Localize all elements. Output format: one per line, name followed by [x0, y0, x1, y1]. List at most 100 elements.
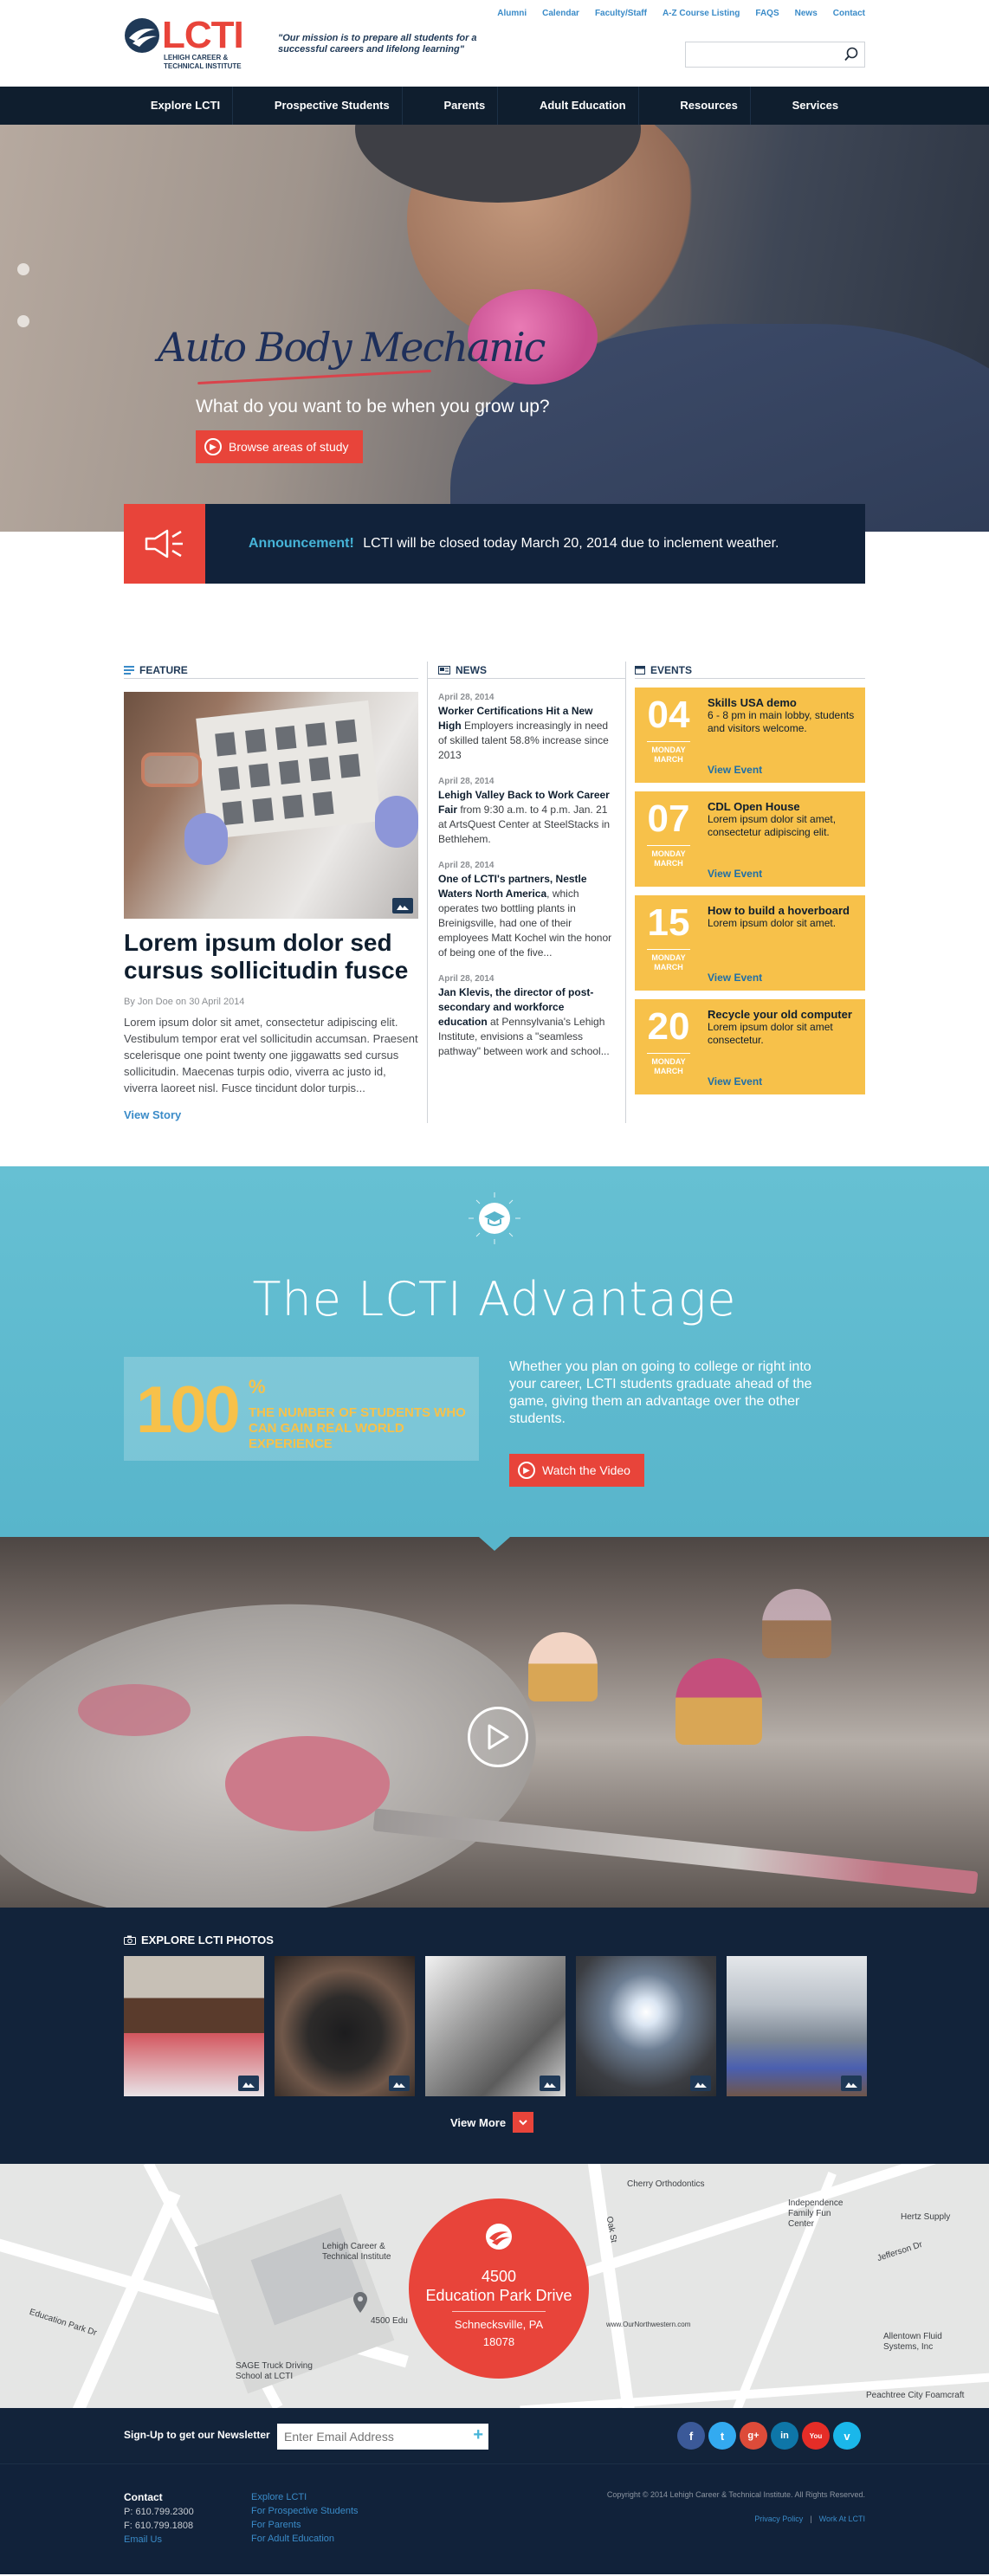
browse-areas-button[interactable]: ▶ Browse areas of study	[196, 430, 363, 463]
event-date: 04 MONDAY MARCH	[635, 688, 702, 783]
event-description: Lorem ipsum dolor sit amet.	[708, 917, 837, 929]
footer-link-explore[interactable]: Explore LCTI	[251, 2490, 359, 2504]
event-card[interactable]: 07 MONDAY MARCH CDL Open House Lorem ips…	[635, 791, 865, 887]
feature-heading-label: FEATURE	[139, 663, 188, 676]
footer-contact: Contact P: 610.799.2300 F: 610.799.1808 …	[124, 2490, 194, 2547]
map-pin-icon[interactable]	[353, 2292, 367, 2313]
footer-link-adult-education[interactable]: For Adult Education	[251, 2532, 359, 2546]
map-label: www.OurNorthwestern.com	[606, 2321, 691, 2328]
google-plus-icon[interactable]: g+	[740, 2422, 767, 2450]
twitter-icon[interactable]: t	[708, 2422, 736, 2450]
events-heading: EVENTS	[635, 662, 865, 679]
event-card[interactable]: 04 MONDAY MARCH Skills USA demo 6 - 8 pm…	[635, 688, 865, 783]
event-card[interactable]: 20 MONDAY MARCH Recycle your old compute…	[635, 999, 865, 1094]
news-item[interactable]: April 28, 2014 One of LCTI's partners, N…	[438, 861, 615, 960]
arrow-right-icon: ▶	[204, 438, 222, 455]
chevron-down-icon	[513, 2112, 534, 2133]
view-event-link[interactable]: View Event	[708, 868, 762, 880]
graduation-cap-icon	[469, 1192, 520, 1244]
nav-services[interactable]: Services	[780, 87, 851, 125]
advantage-notch	[479, 1537, 510, 1551]
view-story-link[interactable]: View Story	[124, 1108, 181, 1121]
feature-title[interactable]: Lorem ipsum dolor sed cursus sollicitudi…	[124, 929, 418, 985]
location-map[interactable]: Cherry Orthodontics Independence Family …	[0, 2164, 989, 2408]
photo-thumbnail[interactable]	[275, 1956, 415, 2096]
nav-adult-education[interactable]: Adult Education	[527, 87, 639, 125]
utility-link-faqs[interactable]: FAQS	[755, 9, 779, 18]
news-date: April 28, 2014	[438, 974, 494, 984]
privacy-policy-link[interactable]: Privacy Policy	[754, 2515, 803, 2523]
feature-photo-goggles	[141, 752, 202, 787]
view-more-button[interactable]: View More	[450, 2112, 534, 2133]
mission-statement: "Our mission is to prepare all students …	[278, 33, 477, 55]
view-event-link[interactable]: View Event	[708, 764, 762, 776]
feature-byline: By Jon Doe on 30 April 2014	[124, 997, 245, 1007]
stat-text: THE NUMBER OF STUDENTS WHO CAN GAIN REAL…	[249, 1405, 466, 1451]
footer-links: Explore LCTI For Prospective Students Fo…	[251, 2490, 359, 2546]
search-icon[interactable]	[844, 47, 859, 62]
feature-photo-glove	[184, 813, 228, 865]
nav-explore-lcti[interactable]: Explore LCTI	[139, 87, 234, 125]
nav-resources[interactable]: Resources	[668, 87, 751, 125]
photo-icon	[690, 2076, 711, 2091]
news-column: NEWS April 28, 2014 Worker Certification…	[427, 662, 626, 1123]
hero-script-underline	[197, 369, 431, 385]
feature-image[interactable]	[124, 692, 418, 919]
nav-parents[interactable]: Parents	[432, 87, 499, 125]
nav-prospective-students[interactable]: Prospective Students	[262, 87, 403, 125]
photo-thumbnail[interactable]	[425, 1956, 566, 2096]
photo-thumbnail[interactable]	[124, 1956, 264, 2096]
feature-photo-glove	[375, 796, 418, 848]
utility-nav: Alumni Calendar Faculty/Staff A-Z Course…	[497, 9, 865, 18]
search-input[interactable]	[686, 42, 833, 67]
footer-phone: P: 610.799.2300	[124, 2507, 194, 2517]
footer-link-prospective[interactable]: For Prospective Students	[251, 2504, 359, 2518]
event-day: 15	[647, 901, 690, 944]
plus-icon[interactable]: +	[473, 2425, 483, 2445]
news-item[interactable]: April 28, 2014 Jan Klevis, the director …	[438, 974, 615, 1094]
utility-link-faculty-staff[interactable]: Faculty/Staff	[595, 9, 647, 18]
site-logo[interactable]: LCTI LEHIGH CAREER & TECHNICAL INSTITUTE	[124, 14, 262, 74]
event-day: 07	[647, 797, 690, 840]
watch-video-button[interactable]: ▶ Watch the Video	[509, 1454, 644, 1487]
linkedin-icon[interactable]: in	[771, 2422, 798, 2450]
youtube-icon[interactable]: You	[802, 2422, 830, 2450]
facebook-icon[interactable]: f	[677, 2422, 705, 2450]
event-month: MARCH	[654, 755, 683, 764]
news-item[interactable]: April 28, 2014 Lehigh Valley Back to Wor…	[438, 777, 615, 847]
footer-legal: Privacy Policy | Work At LCTI	[754, 2515, 865, 2523]
play-button[interactable]	[468, 1707, 528, 1767]
newsletter-label: Sign-Up to get our Newsletter	[124, 2429, 270, 2441]
address-badge: 4500 Education Park Drive Schnecksville,…	[409, 2198, 589, 2379]
photo-thumbnail[interactable]	[576, 1956, 716, 2096]
utility-link-calendar[interactable]: Calendar	[542, 9, 579, 18]
view-event-link[interactable]: View Event	[708, 972, 762, 984]
news-item[interactable]: April 28, 2014 Worker Certifications Hit…	[438, 693, 615, 763]
feature-heading: FEATURE	[124, 662, 418, 679]
utility-link-alumni[interactable]: Alumni	[497, 9, 527, 18]
view-event-link[interactable]: View Event	[708, 1075, 762, 1088]
browse-areas-label: Browse areas of study	[229, 440, 349, 454]
utility-link-news[interactable]: News	[795, 9, 818, 18]
map-label: 4500 Edu	[371, 2316, 408, 2326]
event-card[interactable]: 15 MONDAY MARCH How to build a hoverboar…	[635, 895, 865, 991]
map-label: Cherry Orthodontics	[627, 2179, 705, 2189]
advantage-title: The LCTI Advantage	[252, 1272, 737, 1327]
newsletter-email-input[interactable]	[277, 2424, 450, 2450]
news-heading: NEWS	[428, 662, 625, 679]
work-at-lcti-link[interactable]: Work At LCTI	[819, 2515, 865, 2523]
video-player[interactable]	[0, 1537, 989, 1908]
news-summary: from 9:30 a.m. to 4 p.m. Jan. 21 at Arts…	[438, 804, 611, 845]
footer-link-parents[interactable]: For Parents	[251, 2518, 359, 2532]
feature-column: FEATURE Lorem ipsum dolor sed cursus sol…	[124, 662, 418, 1123]
utility-link-contact[interactable]: Contact	[833, 9, 865, 18]
photo-thumbnail[interactable]	[727, 1956, 867, 2096]
play-circle-icon: ▶	[518, 1462, 535, 1479]
footer-email-link[interactable]: Email Us	[124, 2534, 162, 2545]
social-links: f t g+ in You v	[677, 2422, 861, 2450]
utility-link-course-listing[interactable]: A-Z Course Listing	[663, 9, 740, 18]
map-label: Independence Family Fun Center	[788, 2198, 844, 2229]
site-footer: Contact P: 610.799.2300 F: 610.799.1808 …	[0, 2463, 989, 2574]
vimeo-icon[interactable]: v	[833, 2422, 861, 2450]
event-day: 20	[647, 1005, 690, 1048]
